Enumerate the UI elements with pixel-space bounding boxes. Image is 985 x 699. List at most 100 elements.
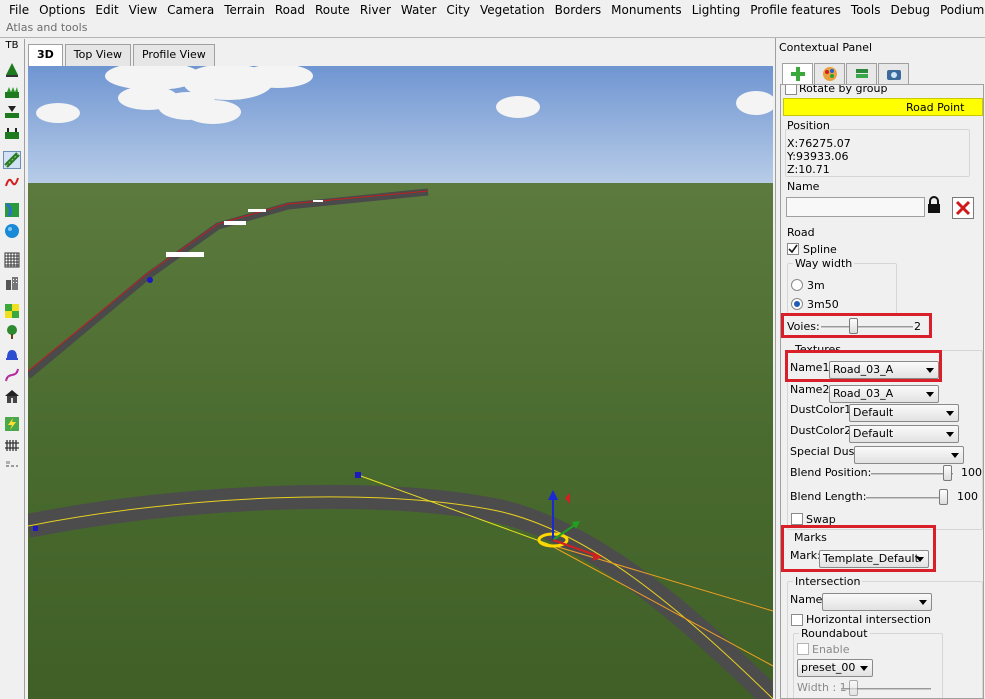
dustcolor1-label: DustColor1: xyxy=(790,403,855,416)
menu-item-tools[interactable]: Tools xyxy=(846,0,886,20)
name2-label: Name2: xyxy=(790,383,834,396)
menu-item-edit[interactable]: Edit xyxy=(90,0,123,20)
menu-item-water[interactable]: Water xyxy=(396,0,441,20)
dustcolor2-dropdown[interactable]: Default xyxy=(849,425,959,443)
enable-checkbox[interactable] xyxy=(797,643,809,655)
dustcolor1-dropdown[interactable]: Default xyxy=(849,404,959,422)
road-point-title: Road Point xyxy=(906,101,965,114)
terrain-lower-icon[interactable] xyxy=(3,102,21,120)
enable-label: Enable xyxy=(812,643,850,656)
terrain-raise-icon[interactable] xyxy=(3,83,21,101)
delete-button[interactable] xyxy=(952,197,974,219)
menu-item-debug[interactable]: Debug xyxy=(885,0,934,20)
voies-highlight xyxy=(781,313,932,338)
preset-value: preset_00 xyxy=(801,661,856,674)
width-3m-label: 3m xyxy=(807,279,825,292)
width-3m50-radio[interactable] xyxy=(791,298,803,310)
way-width-title: Way width xyxy=(793,257,855,270)
spline-checkbox[interactable] xyxy=(787,243,799,255)
intersection-name-dropdown[interactable] xyxy=(822,593,932,611)
swap-checkbox[interactable] xyxy=(791,513,803,525)
debug-tool-icon[interactable] xyxy=(3,457,21,475)
blend-length-slider-track[interactable] xyxy=(866,497,948,499)
water-tool-icon[interactable] xyxy=(3,222,21,240)
roundabout-width-slider-thumb[interactable] xyxy=(849,680,858,696)
tab-layers-icon[interactable] xyxy=(846,63,877,84)
menu-item-podium[interactable]: Podium xyxy=(935,0,985,20)
panel-content: Rotate by group Road Point Position X:76… xyxy=(780,84,984,699)
menu-item-route[interactable]: Route xyxy=(310,0,355,20)
name-input[interactable] xyxy=(786,197,925,217)
blend-length-value: 100 xyxy=(957,490,978,503)
view-tabs: 3D Top View Profile View xyxy=(28,44,217,67)
blend-length-label: Blend Length: xyxy=(790,490,867,503)
contextual-panel: Contextual Panel Rotate by group Road Po… xyxy=(775,38,985,699)
way-width-group xyxy=(787,263,897,315)
tab-3d[interactable]: 3D xyxy=(28,44,63,67)
profile-path-icon[interactable] xyxy=(3,366,21,384)
panel-tabs xyxy=(782,63,910,84)
preset-dropdown[interactable]: preset_00 xyxy=(797,659,873,677)
menu-item-lighting[interactable]: Lighting xyxy=(687,0,746,20)
blend-position-label: Blend Position: xyxy=(790,466,872,479)
buildings-icon[interactable] xyxy=(3,274,21,292)
menu-item-vegetation[interactable]: Vegetation xyxy=(475,0,550,20)
tab-profile-view[interactable]: Profile View xyxy=(132,44,215,66)
blend-length-slider-thumb[interactable] xyxy=(939,489,948,505)
road-tool-icon[interactable] xyxy=(3,151,21,169)
chevron-down-icon xyxy=(919,600,927,605)
dustcolor1-value: Default xyxy=(853,406,894,419)
horizontal-intersection-checkbox[interactable] xyxy=(791,614,803,626)
chevron-down-icon xyxy=(951,453,959,458)
terrain-tree-icon[interactable] xyxy=(3,61,21,79)
special-dust-dropdown[interactable] xyxy=(854,446,964,464)
3d-viewport[interactable] xyxy=(28,66,773,699)
blend-position-slider-thumb[interactable] xyxy=(943,465,952,481)
menu-item-river[interactable]: River xyxy=(355,0,396,20)
menu-item-options[interactable]: Options xyxy=(34,0,90,20)
scene-render[interactable] xyxy=(28,66,773,699)
close-icon xyxy=(955,200,971,216)
position-z: Z:10.71 xyxy=(787,163,830,176)
width-3m50-label: 3m50 xyxy=(807,298,839,311)
tab-tools-icon[interactable] xyxy=(782,63,813,84)
tab-top-view[interactable]: Top View xyxy=(64,44,131,66)
left-toolbar: TB xyxy=(0,39,25,699)
menu-item-terrain[interactable]: Terrain xyxy=(219,0,270,20)
blend-position-slider-track[interactable] xyxy=(871,473,953,475)
menu-item-profile-features[interactable]: Profile features xyxy=(745,0,846,20)
menu-item-road[interactable]: Road xyxy=(270,0,310,20)
menu-item-view[interactable]: View xyxy=(124,0,162,20)
vegetation-area-icon[interactable] xyxy=(3,302,21,320)
route-tool-icon[interactable] xyxy=(3,173,21,191)
roundabout-title: Roundabout xyxy=(799,627,870,640)
chevron-down-icon xyxy=(860,666,868,671)
menu-item-monuments[interactable]: Monuments xyxy=(606,0,687,20)
road-point-header: Road Point xyxy=(783,98,983,116)
menu-item-borders[interactable]: Borders xyxy=(550,0,606,20)
lock-icon[interactable] xyxy=(927,196,941,214)
marks-highlight xyxy=(781,525,936,572)
menu-item-city[interactable]: City xyxy=(441,0,475,20)
lighting-icon[interactable] xyxy=(3,415,21,433)
tree-icon[interactable] xyxy=(3,323,21,341)
terrain-flatten-icon[interactable] xyxy=(3,123,21,141)
city-grid-icon[interactable] xyxy=(3,251,21,269)
width-3m-radio[interactable] xyxy=(791,279,803,291)
roundabout-width-label: Width : 1 xyxy=(797,681,847,694)
menu-item-camera[interactable]: Camera xyxy=(162,0,219,20)
name2-dropdown[interactable]: Road_03_A xyxy=(829,385,939,403)
intersection-title: Intersection xyxy=(793,575,863,588)
name2-value: Road_03_A xyxy=(833,387,894,400)
fence-icon[interactable] xyxy=(3,436,21,454)
intersection-name-label: Name: xyxy=(790,593,827,606)
rotate-by-group-checkbox[interactable] xyxy=(785,85,797,95)
name1-highlight xyxy=(785,350,942,382)
dustcolor2-label: DustColor2: xyxy=(790,424,855,437)
tab-camera-icon[interactable] xyxy=(878,63,909,84)
river-tool-icon[interactable] xyxy=(3,201,21,219)
menu-item-file[interactable]: File xyxy=(4,0,34,20)
house-icon[interactable] xyxy=(3,387,21,405)
monument-icon[interactable] xyxy=(3,344,21,362)
tab-palette-icon[interactable] xyxy=(814,63,845,84)
